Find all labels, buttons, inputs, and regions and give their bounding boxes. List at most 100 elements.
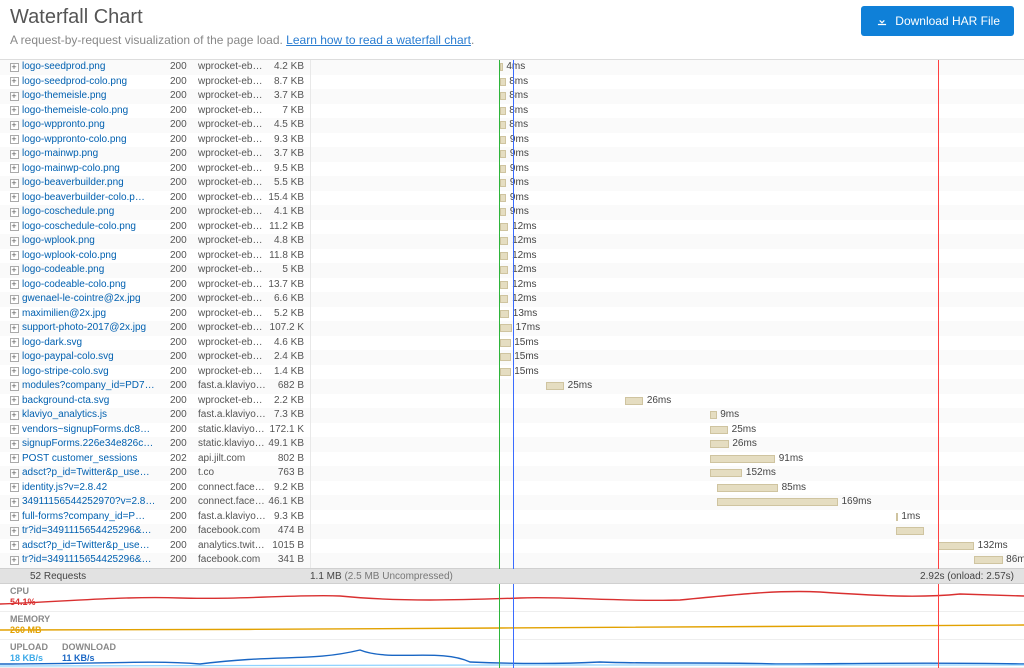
expand-toggle[interactable]: + [0, 176, 20, 191]
table-row[interactable]: +full-forms?company_id=P…200fast.a.klavi… [0, 510, 1024, 525]
table-row[interactable]: +logo-wplook.png200wprocket-eb…4.8 KB12m… [0, 234, 1024, 249]
request-url[interactable]: logo-codeable-colo.png [20, 278, 170, 293]
expand-toggle[interactable]: + [0, 481, 20, 496]
table-row[interactable]: +logo-paypal-colo.svg200wprocket-eb…2.4 … [0, 350, 1024, 365]
expand-toggle[interactable]: + [0, 278, 20, 293]
table-row[interactable]: +logo-codeable-colo.png200wprocket-eb…13… [0, 278, 1024, 293]
table-row[interactable]: +logo-wplook-colo.png200wprocket-eb…11.8… [0, 249, 1024, 264]
expand-toggle[interactable]: + [0, 249, 20, 264]
expand-toggle[interactable]: + [0, 147, 20, 162]
table-row[interactable]: +34911156544252970?v=2.8…200connect.face… [0, 495, 1024, 510]
table-row[interactable]: +maximilien@2x.jpg200wprocket-eb…5.2 KB1… [0, 307, 1024, 322]
expand-toggle[interactable]: + [0, 89, 20, 104]
expand-toggle[interactable]: + [0, 423, 20, 438]
expand-toggle[interactable]: + [0, 437, 20, 452]
expand-toggle[interactable]: + [0, 495, 20, 510]
expand-toggle[interactable]: + [0, 365, 20, 380]
request-url[interactable]: adsct?p_id=Twitter&p_use… [20, 539, 170, 554]
request-url[interactable]: logo-wplook-colo.png [20, 249, 170, 264]
request-url[interactable]: POST customer_sessions [20, 452, 170, 467]
expand-toggle[interactable]: + [0, 234, 20, 249]
request-url[interactable]: logo-codeable.png [20, 263, 170, 278]
request-url[interactable]: logo-wppronto-colo.png [20, 133, 170, 148]
request-url[interactable]: logo-coschedule-colo.png [20, 220, 170, 235]
expand-toggle[interactable]: + [0, 220, 20, 235]
table-row[interactable]: +logo-stripe-colo.svg200wprocket-eb…1.4 … [0, 365, 1024, 380]
learn-more-link[interactable]: Learn how to read a waterfall chart [286, 33, 471, 47]
table-row[interactable]: +support-photo-2017@2x.jpg200wprocket-eb… [0, 321, 1024, 336]
expand-toggle[interactable]: + [0, 350, 20, 365]
request-url[interactable]: vendors~signupForms.dc8… [20, 423, 170, 438]
expand-toggle[interactable]: + [0, 133, 20, 148]
table-row[interactable]: +logo-coschedule.png200wprocket-eb…4.1 K… [0, 205, 1024, 220]
download-har-button[interactable]: Download HAR File [861, 6, 1014, 36]
request-url[interactable]: identity.js?v=2.8.42 [20, 481, 170, 496]
table-row[interactable]: +identity.js?v=2.8.42200connect.face…9.2… [0, 481, 1024, 496]
table-row[interactable]: +adsct?p_id=Twitter&p_use…200t.co763 B15… [0, 466, 1024, 481]
request-url[interactable]: klaviyo_analytics.js [20, 408, 170, 423]
request-url[interactable]: logo-themeisle.png [20, 89, 170, 104]
request-url[interactable]: full-forms?company_id=P… [20, 510, 170, 525]
expand-toggle[interactable]: + [0, 394, 20, 409]
request-url[interactable]: logo-coschedule.png [20, 205, 170, 220]
request-url[interactable]: logo-beaverbuilder-colo.p… [20, 191, 170, 206]
expand-toggle[interactable]: + [0, 539, 20, 554]
table-row[interactable]: +klaviyo_analytics.js200fast.a.klaviyo…7… [0, 408, 1024, 423]
request-url[interactable]: logo-mainwp.png [20, 147, 170, 162]
table-row[interactable]: +signupForms.226e34e826c…200static.klavi… [0, 437, 1024, 452]
table-row[interactable]: +adsct?p_id=Twitter&p_use…200analytics.t… [0, 539, 1024, 554]
request-url[interactable]: logo-wppronto.png [20, 118, 170, 133]
table-row[interactable]: +logo-wppronto.png200wprocket-eb…4.5 KB8… [0, 118, 1024, 133]
request-url[interactable]: tr?id=3491115654425296&… [20, 524, 170, 539]
request-url[interactable]: logo-wplook.png [20, 234, 170, 249]
expand-toggle[interactable]: + [0, 510, 20, 525]
request-url[interactable]: logo-seedprod-colo.png [20, 75, 170, 90]
expand-toggle[interactable]: + [0, 336, 20, 351]
request-url[interactable]: logo-mainwp-colo.png [20, 162, 170, 177]
expand-toggle[interactable]: + [0, 191, 20, 206]
table-row[interactable]: +logo-wppronto-colo.png200wprocket-eb…9.… [0, 133, 1024, 148]
expand-toggle[interactable]: + [0, 60, 20, 75]
table-row[interactable]: +logo-seedprod.png200wprocket-eb…4.2 KB4… [0, 60, 1024, 75]
expand-toggle[interactable]: + [0, 292, 20, 307]
expand-toggle[interactable]: + [0, 104, 20, 119]
request-url[interactable]: logo-stripe-colo.svg [20, 365, 170, 380]
request-url[interactable]: support-photo-2017@2x.jpg [20, 321, 170, 336]
table-row[interactable]: +logo-codeable.png200wprocket-eb…5 KB12m… [0, 263, 1024, 278]
request-url[interactable]: logo-themeisle-colo.png [20, 104, 170, 119]
expand-toggle[interactable]: + [0, 321, 20, 336]
table-row[interactable]: +vendors~signupForms.dc8…200static.klavi… [0, 423, 1024, 438]
request-url[interactable]: logo-paypal-colo.svg [20, 350, 170, 365]
expand-toggle[interactable]: + [0, 205, 20, 220]
table-row[interactable]: +logo-dark.svg200wprocket-eb…4.6 KB15ms [0, 336, 1024, 351]
request-url[interactable]: gwenael-le-cointre@2x.jpg [20, 292, 170, 307]
expand-toggle[interactable]: + [0, 379, 20, 394]
expand-toggle[interactable]: + [0, 452, 20, 467]
table-row[interactable]: +logo-themeisle-colo.png200wprocket-eb…7… [0, 104, 1024, 119]
expand-toggle[interactable]: + [0, 75, 20, 90]
request-url[interactable]: tr?id=3491115654425296&… [20, 553, 170, 568]
request-url[interactable]: signupForms.226e34e826c… [20, 437, 170, 452]
expand-toggle[interactable]: + [0, 553, 20, 568]
request-url[interactable]: logo-beaverbuilder.png [20, 176, 170, 191]
request-url[interactable]: logo-dark.svg [20, 336, 170, 351]
expand-toggle[interactable]: + [0, 524, 20, 539]
request-url[interactable]: 34911156544252970?v=2.8… [20, 495, 170, 510]
request-url[interactable]: logo-seedprod.png [20, 60, 170, 75]
table-row[interactable]: +logo-coschedule-colo.png200wprocket-eb…… [0, 220, 1024, 235]
table-row[interactable]: +logo-themeisle.png200wprocket-eb…3.7 KB… [0, 89, 1024, 104]
table-row[interactable]: +logo-mainwp.png200wprocket-eb…3.7 KB9ms [0, 147, 1024, 162]
table-row[interactable]: +gwenael-le-cointre@2x.jpg200wprocket-eb… [0, 292, 1024, 307]
table-row[interactable]: +background-cta.svg200wprocket-eb…2.2 KB… [0, 394, 1024, 409]
expand-toggle[interactable]: + [0, 263, 20, 278]
table-row[interactable]: +logo-seedprod-colo.png200wprocket-eb…8.… [0, 75, 1024, 90]
table-row[interactable]: +tr?id=3491115654425296&…200facebook.com… [0, 524, 1024, 539]
request-url[interactable]: maximilien@2x.jpg [20, 307, 170, 322]
table-row[interactable]: +logo-beaverbuilder.png200wprocket-eb…5.… [0, 176, 1024, 191]
request-url[interactable]: modules?company_id=PD7… [20, 379, 170, 394]
expand-toggle[interactable]: + [0, 307, 20, 322]
expand-toggle[interactable]: + [0, 408, 20, 423]
request-url[interactable]: background-cta.svg [20, 394, 170, 409]
table-row[interactable]: +modules?company_id=PD7…200fast.a.klaviy… [0, 379, 1024, 394]
expand-toggle[interactable]: + [0, 118, 20, 133]
